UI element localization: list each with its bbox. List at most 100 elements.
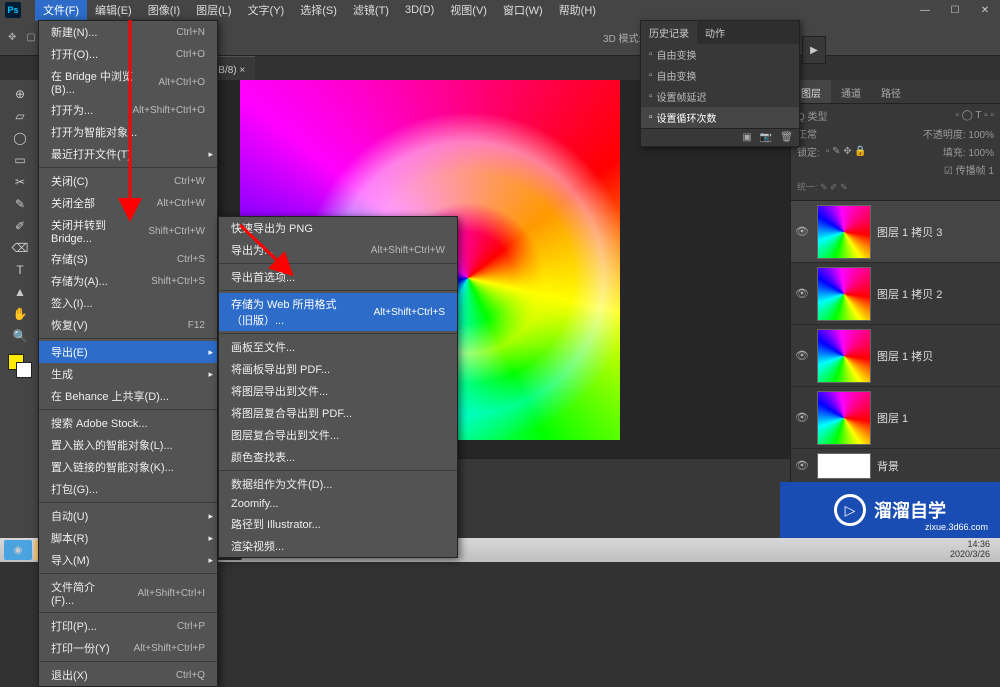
export-menu-item[interactable]: 存储为 Web 所用格式（旧版）...Alt+Shift+Ctrl+S — [219, 293, 457, 331]
layer-row[interactable]: 👁图层 1 拷贝 — [791, 325, 1000, 387]
tool-button[interactable]: ◯ — [6, 128, 34, 148]
tool-button[interactable]: ✂ — [6, 172, 34, 192]
minimize-button[interactable]: — — [910, 0, 940, 20]
layer-kind[interactable]: Q 类型 — [797, 108, 828, 123]
file-menu-item[interactable]: 打开为...Alt+Shift+Ctrl+O — [39, 99, 217, 121]
file-menu-item[interactable]: 关闭全部Alt+Ctrl+W — [39, 192, 217, 214]
tool-button[interactable]: 🔍 — [6, 326, 34, 346]
color-swatch[interactable] — [8, 354, 32, 378]
propagate-frame[interactable]: 传播帧 1 — [956, 166, 994, 177]
file-menu-item[interactable]: 在 Behance 上共享(D)... — [39, 385, 217, 407]
close-button[interactable]: ✕ — [970, 0, 1000, 20]
tool-button[interactable]: ⌫ — [6, 238, 34, 258]
menu-3d[interactable]: 3D(D) — [397, 1, 442, 19]
history-item[interactable]: ▫设置循环次数 — [641, 107, 799, 128]
file-menu-item[interactable]: 置入链接的智能对象(K)... — [39, 456, 217, 478]
file-menu-item[interactable]: 搜索 Adobe Stock... — [39, 412, 217, 434]
tool-button[interactable]: ▲ — [6, 282, 34, 302]
layer-row[interactable]: 👁背景 — [791, 449, 1000, 483]
tab-paths[interactable]: 路径 — [871, 80, 911, 103]
file-menu-item[interactable]: 恢复(V)F12 — [39, 314, 217, 336]
export-menu-item[interactable]: 渲染视频... — [219, 535, 457, 557]
tool-button[interactable]: ✋ — [6, 304, 34, 324]
history-item[interactable]: ▫自由变换 — [641, 44, 799, 65]
tool-button[interactable]: T — [6, 260, 34, 280]
file-menu-item[interactable]: 打包(G)... — [39, 478, 217, 500]
file-menu-item[interactable]: 生成 — [39, 363, 217, 385]
export-menu-item[interactable]: Zoomify... — [219, 495, 457, 513]
tool-button[interactable]: ▱ — [6, 106, 34, 126]
blend-mode[interactable]: 正常 — [797, 126, 817, 141]
file-menu-item[interactable]: 存储为(A)...Shift+Ctrl+S — [39, 270, 217, 292]
file-menu-item[interactable]: 置入嵌入的智能对象(L)... — [39, 434, 217, 456]
taskbar-clock[interactable]: 14:36 2020/3/26 — [950, 540, 996, 560]
file-menu-item[interactable]: 关闭并转到 Bridge...Shift+Ctrl+W — [39, 214, 217, 248]
tool-button[interactable]: ✎ — [6, 194, 34, 214]
layer-visibility-icon[interactable]: 👁 — [795, 349, 811, 362]
history-delete-icon[interactable]: 🗑 — [780, 132, 793, 143]
file-menu-item[interactable]: 关闭(C)Ctrl+W — [39, 170, 217, 192]
file-menu-item[interactable]: 在 Bridge 中浏览(B)...Alt+Ctrl+O — [39, 65, 217, 99]
taskbar-app8[interactable]: ⊙ — [454, 540, 482, 560]
file-menu-item[interactable]: 签入(I)... — [39, 292, 217, 314]
layer-visibility-icon[interactable]: 👁 — [795, 459, 811, 472]
export-menu-item[interactable]: 路径到 Illustrator... — [219, 513, 457, 535]
tool-button[interactable]: ▭ — [6, 150, 34, 170]
menu-view[interactable]: 视图(V) — [442, 0, 495, 21]
layer-row[interactable]: 👁图层 1 拷贝 2 — [791, 263, 1000, 325]
file-menu-item[interactable]: 自动(U) — [39, 505, 217, 527]
layer-thumbnail[interactable] — [817, 453, 871, 479]
menu-layer[interactable]: 图层(L) — [188, 0, 239, 21]
layer-thumbnail[interactable] — [817, 329, 871, 383]
file-menu-item[interactable]: 打印一份(Y)Alt+Shift+Ctrl+P — [39, 637, 217, 659]
layer-row[interactable]: 👁图层 1 拷贝 3 — [791, 201, 1000, 263]
history-camera-icon[interactable]: 📷 — [760, 132, 772, 143]
layer-visibility-icon[interactable]: 👁 — [795, 287, 811, 300]
layer-row[interactable]: 👁图层 1 — [791, 387, 1000, 449]
tab-actions[interactable]: 动作 — [697, 21, 733, 44]
layer-thumbnail[interactable] — [817, 205, 871, 259]
file-menu-item[interactable]: 打开为智能对象... — [39, 121, 217, 143]
layer-thumbnail[interactable] — [817, 391, 871, 445]
file-menu-item[interactable]: 脚本(R) — [39, 527, 217, 549]
menu-type[interactable]: 文字(Y) — [240, 0, 293, 21]
file-menu-item[interactable]: 打印(P)...Ctrl+P — [39, 615, 217, 637]
maximize-button[interactable]: ☐ — [940, 0, 970, 20]
tool-button[interactable]: ⊕ — [6, 84, 34, 104]
layer-visibility-icon[interactable]: 👁 — [795, 411, 811, 424]
file-menu-item[interactable]: 导出(E) — [39, 341, 217, 363]
tab-channels[interactable]: 通道 — [831, 80, 871, 103]
tab-history[interactable]: 历史记录 — [641, 21, 697, 44]
file-menu-item[interactable]: 存储(S)Ctrl+S — [39, 248, 217, 270]
menu-window[interactable]: 窗口(W) — [495, 0, 551, 21]
menu-file[interactable]: 文件(F) — [35, 0, 87, 21]
tab-close-icon[interactable]: × — [239, 65, 245, 76]
history-item[interactable]: ▫设置帧延迟 — [641, 86, 799, 107]
export-menu-item[interactable]: 导出为...Alt+Shift+Ctrl+W — [219, 239, 457, 261]
file-menu-item[interactable]: 退出(X)Ctrl+Q — [39, 664, 217, 686]
export-menu-item[interactable]: 导出首选项... — [219, 266, 457, 288]
background-color[interactable] — [16, 362, 32, 378]
export-menu-item[interactable]: 数据组作为文件(D)... — [219, 473, 457, 495]
export-menu-item[interactable]: 颜色查找表... — [219, 446, 457, 468]
history-new-snapshot-icon[interactable]: ▣ — [742, 132, 751, 143]
layer-visibility-icon[interactable]: 👁 — [795, 225, 811, 238]
file-menu-item[interactable]: 导入(M) — [39, 549, 217, 571]
file-menu-item[interactable]: 新建(N)...Ctrl+N — [39, 21, 217, 43]
menu-filter[interactable]: 滤镜(T) — [345, 0, 397, 21]
export-menu-item[interactable]: 将画板导出到 PDF... — [219, 358, 457, 380]
taskbar-app[interactable]: ◉ — [4, 540, 32, 560]
export-menu-item[interactable]: 将图层导出到文件... — [219, 380, 457, 402]
menu-edit[interactable]: 编辑(E) — [87, 0, 140, 21]
menu-image[interactable]: 图像(I) — [140, 0, 188, 21]
export-menu-item[interactable]: 画板至文件... — [219, 336, 457, 358]
file-menu-item[interactable]: 文件简介(F)...Alt+Shift+Ctrl+I — [39, 576, 217, 610]
export-menu-item[interactable]: 图层复合导出到文件... — [219, 424, 457, 446]
opacity-value[interactable]: 100% — [968, 130, 994, 141]
file-menu-item[interactable]: 打开(O)...Ctrl+O — [39, 43, 217, 65]
menu-help[interactable]: 帮助(H) — [551, 0, 604, 21]
tool-button[interactable]: ✐ — [6, 216, 34, 236]
history-item[interactable]: ▫自由变换 — [641, 65, 799, 86]
layer-thumbnail[interactable] — [817, 267, 871, 321]
export-menu-item[interactable]: 快速导出为 PNG — [219, 217, 457, 239]
